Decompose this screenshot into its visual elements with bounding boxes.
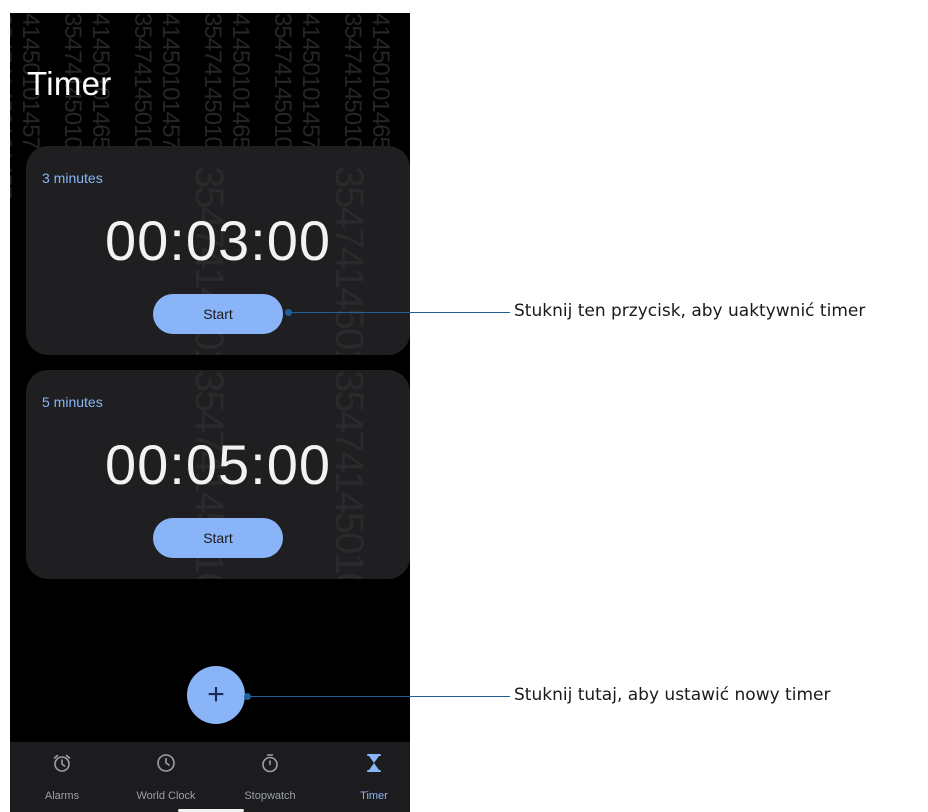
phone-screen: 41450101457 354741450101457 41450101465 35…	[10, 13, 410, 812]
page-title: Timer	[27, 65, 112, 102]
stopwatch-icon	[262, 754, 278, 773]
add-timer-button[interactable]: +	[187, 666, 245, 724]
callout-line	[248, 696, 510, 697]
nav-item-timer[interactable]: Timer	[324, 742, 410, 812]
callout-add-text: Stuknij tutaj, aby ustawić nowy timer	[514, 685, 831, 705]
nav-label: Timer	[360, 790, 388, 802]
timer-card[interactable]: 354741450101457 354741450101457 5 minute…	[26, 370, 410, 579]
timer-label: 3 minutes	[42, 170, 103, 186]
alarm-icon	[53, 754, 71, 772]
hourglass-icon	[367, 754, 381, 772]
nav-label: Stopwatch	[244, 790, 296, 802]
callout-line	[289, 312, 510, 313]
timer-card[interactable]: 354741450101457 354741450101457 3 minute…	[26, 146, 410, 355]
plus-icon: +	[207, 678, 225, 711]
timer-time: 00:03:00	[105, 209, 331, 272]
timer-time: 00:05:00	[105, 433, 331, 496]
timer-label: 5 minutes	[42, 394, 103, 410]
callout-start-text: Stuknij ten przycisk, aby uaktywnić time…	[514, 301, 866, 321]
bottom-navigation: Alarms World Clock Stopwatch Timer	[10, 742, 410, 812]
nav-item-alarms[interactable]: Alarms	[12, 742, 112, 812]
nav-label: Alarms	[44, 790, 80, 802]
clock-icon	[157, 754, 175, 772]
nav-label: World Clock	[136, 790, 196, 802]
nav-item-stopwatch[interactable]: Stopwatch	[220, 742, 320, 812]
start-button[interactable]: Start	[153, 518, 283, 558]
nav-item-world-clock[interactable]: World Clock	[116, 742, 216, 812]
start-button[interactable]: Start	[153, 294, 283, 334]
